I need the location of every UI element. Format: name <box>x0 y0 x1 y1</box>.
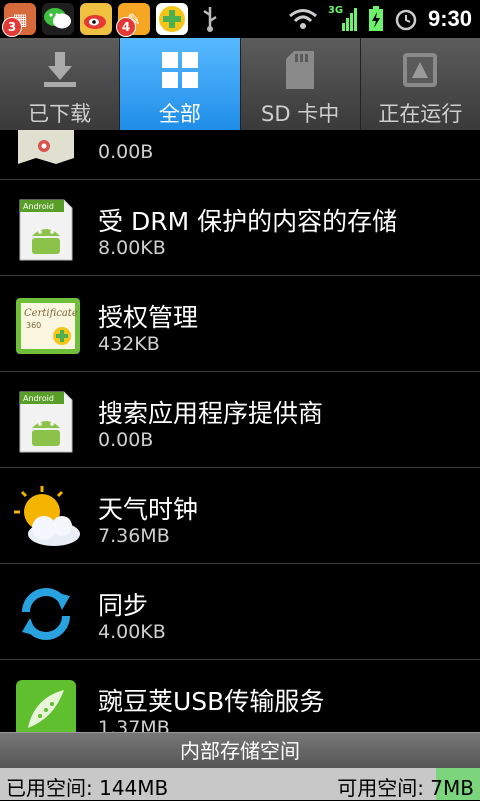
download-icon <box>38 48 82 92</box>
notification-badge: 3 <box>2 17 22 37</box>
filter-tabs: 已下载 全部 SD 卡中 正在运行 <box>0 38 480 130</box>
list-item[interactable]: Android 受 DRM 保护的内容的存储 8.00KB <box>0 180 480 276</box>
weibo-icon[interactable] <box>80 3 112 35</box>
sync-icon <box>14 582 78 646</box>
tab-label: SD 卡中 <box>261 102 340 126</box>
certificate-icon: Certificate 360 <box>14 294 80 358</box>
app-size: 0.00B <box>98 141 154 163</box>
status-bar: ▦ 3 ✎ 4 3G 9:30 <box>0 0 480 38</box>
tab-label: 已下载 <box>28 102 92 126</box>
wechat-icon[interactable] <box>42 3 74 35</box>
app-size: 7.36MB <box>98 525 170 547</box>
list-item[interactable]: 同步 4.00KB <box>0 564 480 660</box>
android-app-icon: Android <box>14 198 78 262</box>
app-list: 0.00B Android 受 DRM 保护的内容的存储 8.00KB Cert… <box>0 130 480 732</box>
tab-sd-card[interactable]: SD 卡中 <box>241 38 361 130</box>
notification-badge: 4 <box>116 17 136 37</box>
tab-label: 正在运行 <box>378 102 463 126</box>
battery-charging-icon <box>368 6 383 31</box>
app-name: 受 DRM 保护的内容的存储 <box>98 207 398 236</box>
app-size: 8.00KB <box>98 237 166 259</box>
storage-free-text: 可用空间: 7MB <box>337 776 474 800</box>
tab-downloaded[interactable]: 已下载 <box>0 38 121 130</box>
grid-icon <box>158 48 202 92</box>
list-item[interactable]: Android 搜索应用程序提供商 0.00B <box>0 372 480 468</box>
running-app-icon <box>398 48 442 92</box>
svg-text:Certificate: Certificate <box>24 308 78 319</box>
app-name: 同步 <box>98 591 149 620</box>
weather-icon <box>14 486 80 550</box>
tab-label: 全部 <box>158 102 201 126</box>
360-plus-icon[interactable] <box>156 3 188 35</box>
signal-icon: 3G <box>328 5 358 33</box>
tab-running[interactable]: 正在运行 <box>361 38 480 130</box>
svg-text:Android: Android <box>23 394 54 403</box>
storage-usage-bar: 已用空间: 144MB 可用空间: 7MB <box>0 768 480 800</box>
android-app-icon: Android <box>14 390 78 454</box>
usb-icon <box>194 3 226 35</box>
wandoujia-icon <box>14 678 78 732</box>
list-item[interactable]: 豌豆荚USB传输服务 1.37MB <box>0 660 480 732</box>
app-name: 天气时钟 <box>98 495 199 524</box>
app-name: 搜索应用程序提供商 <box>98 399 324 428</box>
list-item[interactable]: 0.00B <box>0 130 480 180</box>
app-size: 432KB <box>98 333 160 355</box>
list-item[interactable]: 天气时钟 7.36MB <box>0 468 480 564</box>
svg-text:360: 360 <box>26 321 41 330</box>
map-app-icon <box>14 130 78 166</box>
app-size: 1.37MB <box>98 717 170 732</box>
wifi-icon <box>288 9 317 29</box>
system-status: 3G 9:30 <box>288 0 472 38</box>
app-notification-icon-2[interactable]: ✎ 4 <box>116 3 150 37</box>
notification-icons: ▦ 3 ✎ 4 <box>2 3 226 37</box>
app-name: 授权管理 <box>98 303 199 332</box>
list-item[interactable]: Certificate 360 授权管理 432KB <box>0 276 480 372</box>
app-size: 0.00B <box>98 429 154 451</box>
clock: 9:30 <box>427 6 472 31</box>
alarm-icon <box>395 9 417 31</box>
app-notification-icon[interactable]: ▦ 3 <box>2 3 36 37</box>
storage-section-title: 内部存储空间 <box>0 732 480 769</box>
svg-text:Android: Android <box>23 202 54 211</box>
storage-used-text: 已用空间: 144MB <box>6 776 169 800</box>
app-size: 4.00KB <box>98 621 166 643</box>
sd-card-icon <box>278 48 322 92</box>
app-name: 豌豆荚USB传输服务 <box>98 687 325 716</box>
tab-all[interactable]: 全部 <box>120 38 241 130</box>
